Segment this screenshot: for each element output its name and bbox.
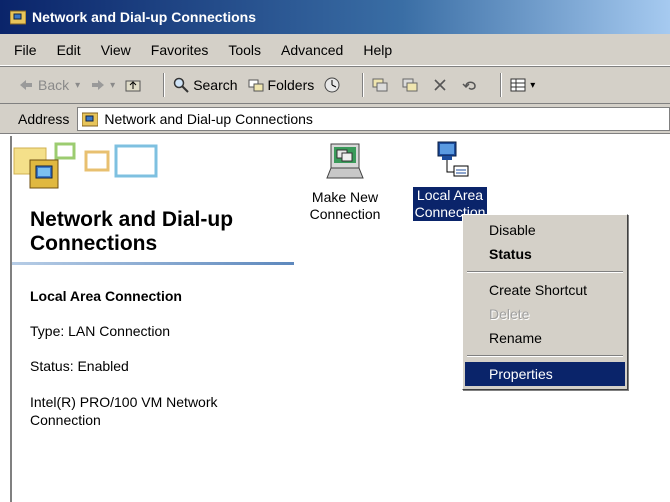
toolbar-separator bbox=[500, 73, 503, 97]
forward-dropdown-icon: ▾ bbox=[110, 79, 116, 91]
menu-favorites[interactable]: Favorites bbox=[151, 42, 209, 58]
up-folder-button[interactable] bbox=[125, 77, 145, 93]
local-area-line1: Local Area bbox=[416, 187, 484, 203]
selected-item-name: Local Area Connection bbox=[30, 288, 182, 304]
window-title: Network and Dial-up Connections bbox=[32, 9, 257, 25]
menu-item-disable[interactable]: Disable bbox=[465, 218, 625, 242]
title-bar: Network and Dial-up Connections bbox=[0, 0, 670, 34]
make-new-line2: Connection bbox=[309, 206, 381, 222]
search-icon bbox=[173, 77, 189, 93]
menu-separator bbox=[467, 355, 623, 357]
connection-type: Type: LAN Connection bbox=[30, 323, 171, 339]
menu-separator bbox=[467, 271, 623, 273]
forward-arrow-icon bbox=[92, 80, 105, 90]
toolbar: Back ▾ ▾ Search Folders ▾ bbox=[0, 66, 670, 104]
views-button[interactable]: ▾ bbox=[510, 77, 535, 93]
network-banner-icon bbox=[13, 142, 158, 189]
make-new-line1: Make New bbox=[311, 189, 379, 205]
back-button[interactable]: Back ▾ bbox=[18, 77, 80, 93]
make-new-connection-icon-item[interactable]: Make New Connection bbox=[304, 140, 386, 223]
menu-item-delete: Delete bbox=[489, 306, 530, 322]
local-area-connection-icon bbox=[437, 141, 469, 177]
back-label: Back bbox=[38, 77, 70, 93]
folders-icon bbox=[248, 79, 264, 92]
history-button[interactable] bbox=[324, 77, 344, 93]
network-folder-icon bbox=[10, 10, 26, 25]
address-bar: Address Network and Dial-up Connections bbox=[0, 104, 670, 134]
menu-tools[interactable]: Tools bbox=[228, 42, 261, 58]
search-label: Search bbox=[193, 77, 238, 93]
menu-item-rename[interactable]: Rename bbox=[465, 326, 625, 350]
menu-view[interactable]: View bbox=[101, 42, 131, 58]
delete-button[interactable] bbox=[432, 77, 452, 93]
address-label: Address bbox=[18, 110, 70, 127]
views-grid-icon bbox=[510, 78, 526, 92]
history-icon bbox=[324, 77, 340, 93]
up-folder-icon bbox=[125, 80, 141, 92]
connection-status: Status: Enabled bbox=[30, 358, 129, 374]
context-menu: Disable Status Create Shortcut Delete Re… bbox=[462, 214, 628, 390]
move-to-icon bbox=[372, 78, 388, 92]
menu-edit[interactable]: Edit bbox=[57, 42, 81, 58]
panel-divider bbox=[12, 262, 294, 265]
make-new-connection-icon bbox=[326, 143, 364, 179]
delete-x-icon bbox=[434, 79, 446, 91]
move-to-button[interactable] bbox=[372, 77, 392, 93]
back-arrow-icon bbox=[20, 80, 32, 90]
folders-button[interactable]: Folders bbox=[248, 77, 315, 93]
folders-label: Folders bbox=[267, 77, 315, 93]
panel-heading: Network and Dial-up Connections bbox=[30, 208, 234, 255]
menu-item-properties[interactable]: Properties bbox=[465, 362, 625, 386]
menu-item-create-shortcut[interactable]: Create Shortcut bbox=[465, 278, 625, 302]
network-folder-icon bbox=[82, 112, 99, 126]
back-dropdown-icon: ▾ bbox=[75, 79, 81, 91]
device-name: Intel(R) PRO/100 VM Network Connection bbox=[30, 394, 218, 428]
menu-item-status[interactable]: Status bbox=[465, 242, 625, 266]
copy-to-icon bbox=[402, 78, 418, 92]
copy-to-button[interactable] bbox=[402, 77, 422, 93]
search-button[interactable]: Search bbox=[173, 77, 238, 93]
undo-button[interactable] bbox=[462, 77, 482, 93]
web-view-panel: Network and Dial-up Connections Local Ar… bbox=[12, 136, 297, 502]
menu-file[interactable]: File bbox=[14, 42, 37, 58]
undo-icon bbox=[462, 81, 476, 90]
forward-button[interactable]: ▾ bbox=[90, 77, 115, 93]
menu-bar: File Edit View Favorites Tools Advanced … bbox=[0, 34, 670, 66]
menu-help[interactable]: Help bbox=[363, 42, 392, 58]
address-value: Network and Dial-up Connections bbox=[104, 110, 313, 127]
views-dropdown-icon: ▾ bbox=[530, 79, 536, 91]
toolbar-separator bbox=[163, 73, 166, 97]
address-field[interactable]: Network and Dial-up Connections bbox=[77, 106, 670, 131]
menu-advanced[interactable]: Advanced bbox=[281, 42, 343, 58]
toolbar-separator bbox=[362, 73, 365, 97]
local-area-connection-icon-item[interactable]: Local Area Connection bbox=[410, 138, 490, 221]
